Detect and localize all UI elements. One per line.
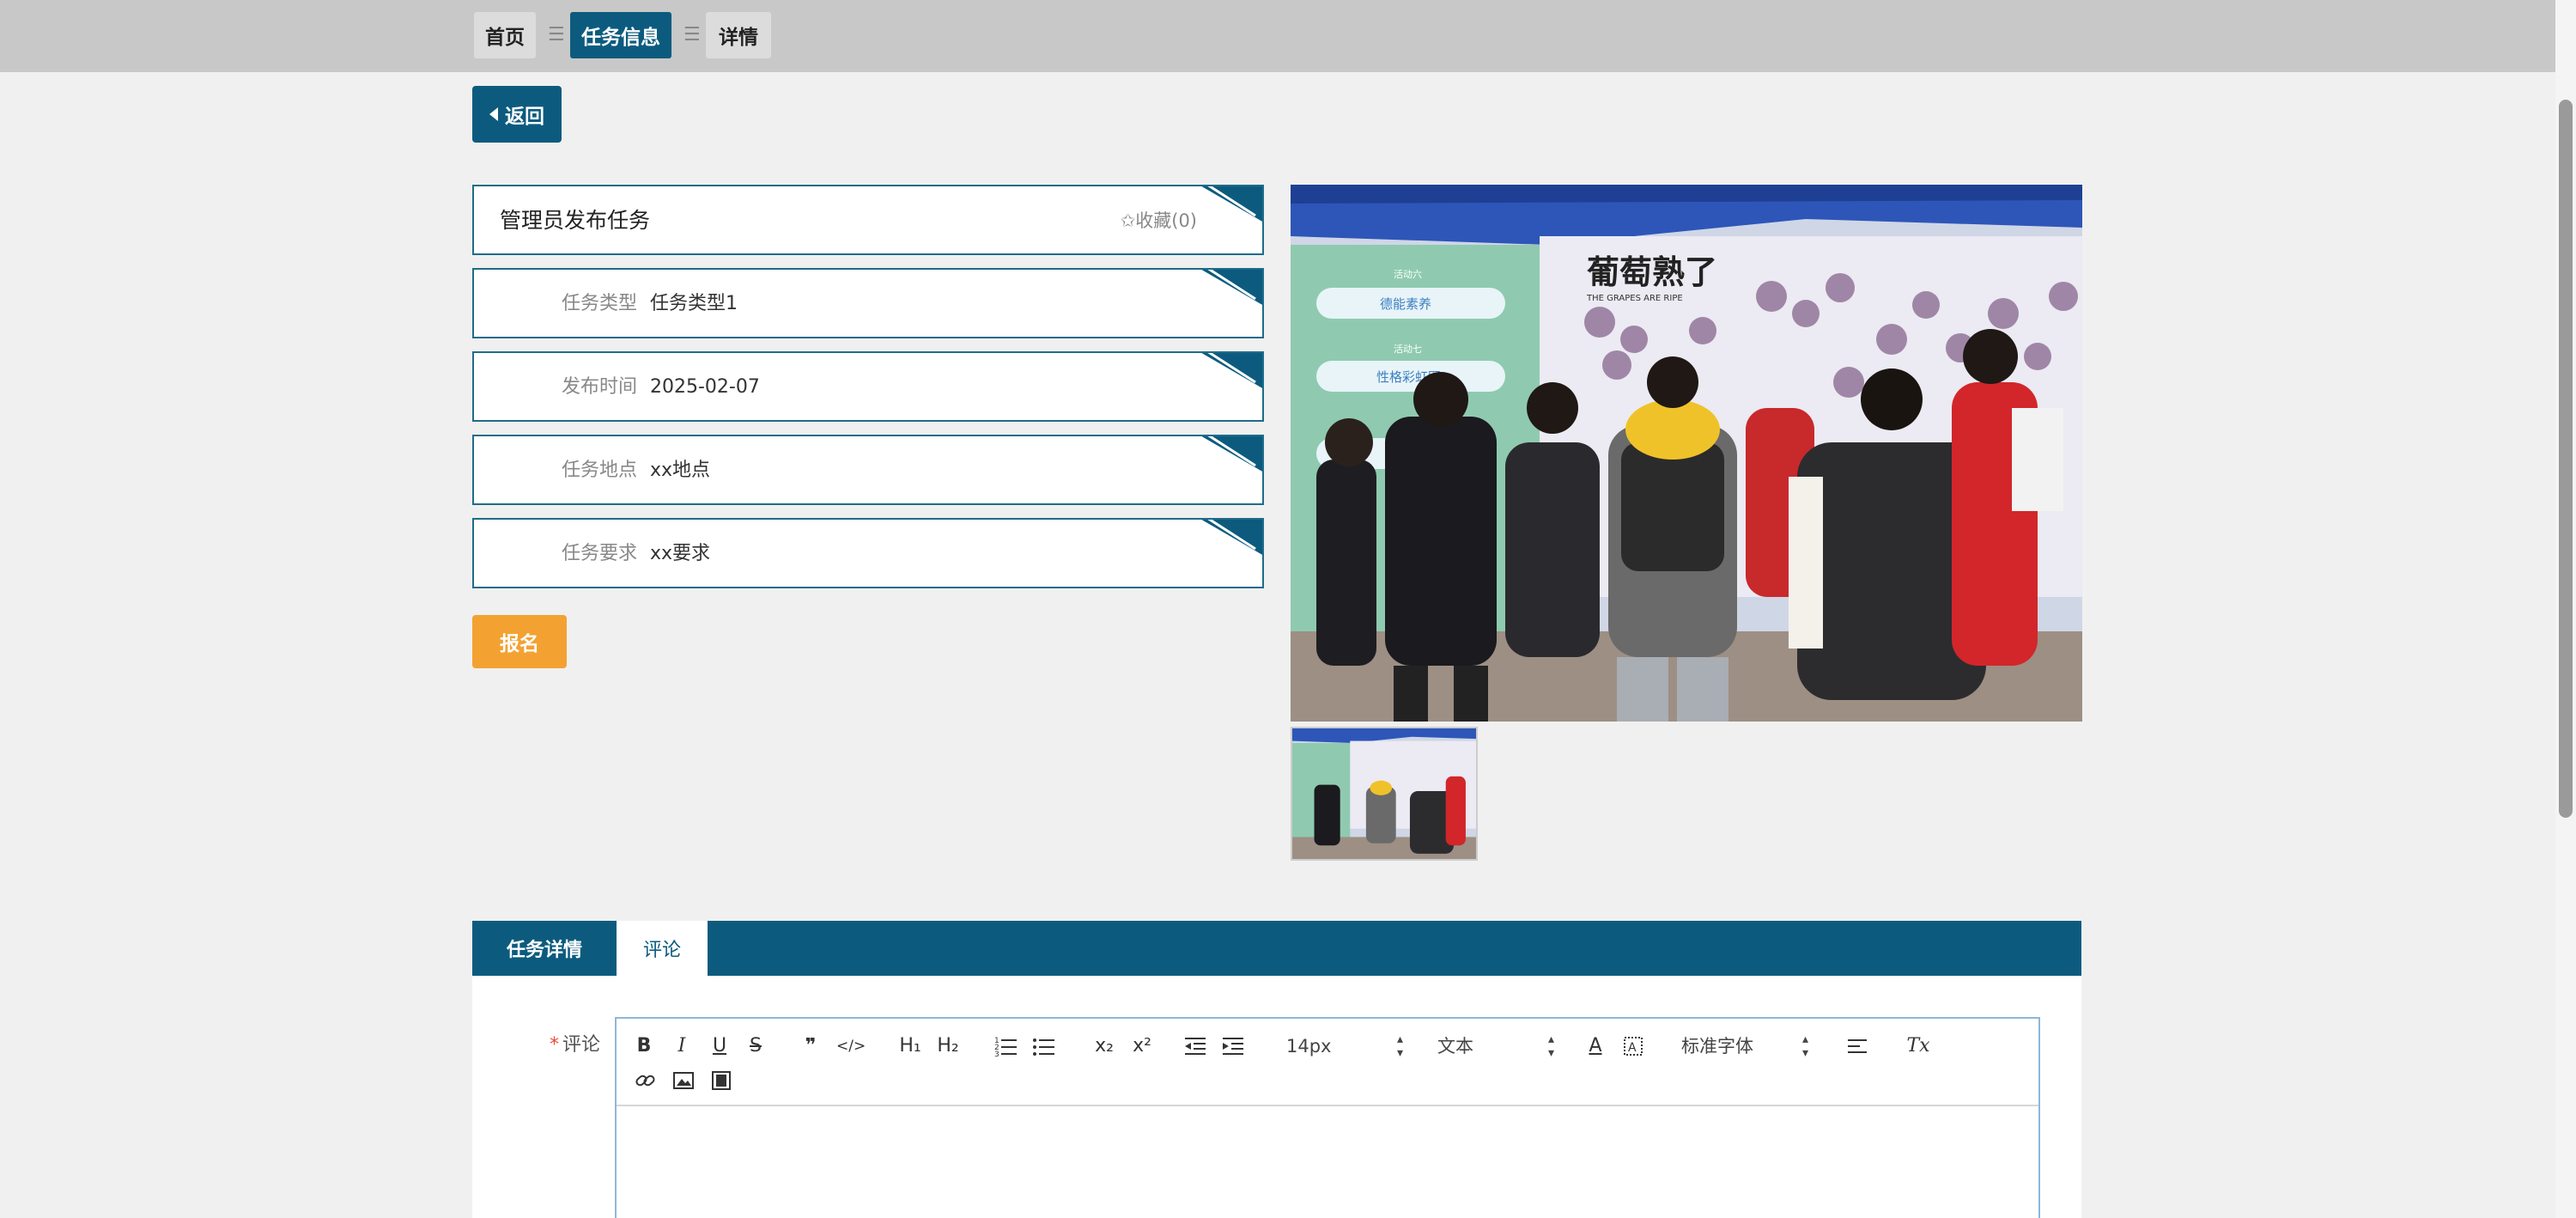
- tab-task-detail[interactable]: 任务详情: [472, 921, 617, 976]
- select-arrows-icon: ▴ ▾: [1547, 1032, 1554, 1060]
- field-label: 任务要求: [561, 543, 637, 564]
- field-value: 任务类型1: [650, 293, 738, 314]
- favorite-button[interactable]: ✩收藏(0): [1121, 186, 1197, 253]
- field-label: 发布时间: [561, 376, 637, 398]
- scrollbar-thumb[interactable]: [2559, 100, 2573, 818]
- code-button[interactable]: </>: [836, 1032, 866, 1060]
- select-arrows-icon: ▴ ▾: [1801, 1032, 1808, 1060]
- photo-sign-small: 活动七: [1394, 344, 1422, 355]
- task-title: 管理员发布任务: [500, 208, 651, 233]
- superscript-button[interactable]: x²: [1128, 1032, 1156, 1060]
- text-type-select[interactable]: 文本 ▴ ▾: [1437, 1032, 1554, 1060]
- field-value: xx要求: [650, 543, 711, 564]
- breadcrumb-home[interactable]: 首页: [474, 12, 536, 58]
- underline-button[interactable]: U: [709, 1032, 730, 1060]
- strike-button[interactable]: S: [745, 1032, 766, 1060]
- photo-banner-text: 葡萄熟了: [1587, 253, 1717, 291]
- video-icon[interactable]: [709, 1067, 733, 1094]
- task-field-card: 任务类型 任务类型1: [472, 268, 1264, 338]
- photo-banner-sub: THE GRAPES ARE RIPE: [1586, 294, 1683, 303]
- field-label: 任务类型: [561, 293, 637, 314]
- text-color-button[interactable]: A: [1585, 1032, 1606, 1060]
- comment-label: * 评论: [550, 1029, 600, 1057]
- breadcrumb-separator: ☰: [683, 24, 701, 46]
- bullet-list-icon[interactable]: [1032, 1032, 1056, 1060]
- bold-button[interactable]: B: [634, 1032, 654, 1060]
- field-value: xx地点: [650, 460, 711, 481]
- italic-button[interactable]: I: [671, 1032, 692, 1060]
- breadcrumb-detail[interactable]: 详情: [706, 12, 771, 58]
- task-field-card: 任务地点 xx地点: [472, 435, 1264, 505]
- corner-decoration: [1201, 520, 1262, 555]
- task-title-card: 管理员发布任务 ✩收藏(0): [472, 185, 1264, 255]
- font-family-value: 标准字体: [1681, 1036, 1753, 1057]
- quote-button[interactable]: ❞: [799, 1032, 823, 1060]
- subscript-button[interactable]: x₂: [1091, 1032, 1118, 1060]
- breadcrumb-task-info[interactable]: 任务信息: [570, 12, 671, 58]
- image-icon[interactable]: [671, 1067, 696, 1094]
- task-photo[interactable]: 活动六 德能素养 活动七 性格彩虹图 葡萄熟了 THE GRAPES ARE R…: [1291, 185, 2082, 722]
- font-size-select[interactable]: 14px ▴ ▾: [1286, 1032, 1403, 1060]
- link-icon[interactable]: [634, 1067, 658, 1094]
- comment-editor[interactable]: B I U S ❞ </> H₁ H₂ 123 x₂ x² 14px ▴ ▾ 文…: [615, 1017, 2040, 1218]
- photo-sign: 德能素养: [1380, 296, 1431, 312]
- corner-decoration: [1201, 436, 1262, 472]
- caret-left-icon: [489, 107, 498, 121]
- task-field-card: 任务要求 xx要求: [472, 518, 1264, 588]
- photo-illustration: 活动六 德能素养 活动七 性格彩虹图 葡萄熟了 THE GRAPES ARE R…: [1291, 185, 2082, 722]
- h2-button[interactable]: H₂: [934, 1032, 962, 1060]
- field-value: 2025-02-07: [650, 376, 760, 398]
- svg-text:A: A: [1628, 1041, 1637, 1055]
- align-left-icon[interactable]: [1846, 1032, 1870, 1060]
- h1-button[interactable]: H₁: [896, 1032, 924, 1060]
- svg-text:3: 3: [994, 1051, 999, 1059]
- comment-label-text: 评论: [562, 1034, 601, 1056]
- select-arrows-icon: ▴ ▾: [1396, 1032, 1403, 1060]
- text-type-value: 文本: [1437, 1036, 1473, 1057]
- breadcrumb-bar: 首页 ☰ 任务信息 ☰ 详情: [0, 0, 2555, 72]
- indent-icon[interactable]: [1221, 1032, 1245, 1060]
- task-field-card: 发布时间 2025-02-07: [472, 351, 1264, 422]
- thumbnail-illustration: [1292, 728, 1476, 859]
- breadcrumb-separator: ☰: [548, 24, 565, 46]
- tab-comment[interactable]: 评论: [617, 921, 708, 976]
- photo-thumbnail[interactable]: [1291, 727, 1478, 861]
- scrollbar[interactable]: [2555, 0, 2576, 1218]
- corner-decoration: [1201, 270, 1262, 305]
- editor-toolbar: B I U S ❞ </> H₁ H₂ 123 x₂ x² 14px ▴ ▾ 文…: [617, 1019, 2038, 1106]
- corner-decoration: [1201, 353, 1262, 388]
- field-label: 任务地点: [561, 460, 637, 481]
- font-family-select[interactable]: 标准字体 ▴ ▾: [1681, 1032, 1808, 1060]
- photo-sign-small: 活动六: [1394, 269, 1422, 280]
- signup-button[interactable]: 报名: [472, 615, 567, 668]
- clear-format-button[interactable]: Tx: [1905, 1032, 1932, 1060]
- ordered-list-icon[interactable]: 123: [994, 1032, 1018, 1060]
- font-size-value: 14px: [1286, 1036, 1332, 1057]
- detail-tab-bar: 任务详情 评论: [472, 921, 2081, 976]
- outdent-icon[interactable]: [1183, 1032, 1207, 1060]
- back-button-label: 返回: [505, 106, 544, 128]
- required-mark: *: [550, 1034, 559, 1056]
- background-color-icon[interactable]: A: [1621, 1032, 1645, 1060]
- corner-decoration: [1201, 186, 1262, 222]
- back-button[interactable]: 返回: [472, 86, 562, 143]
